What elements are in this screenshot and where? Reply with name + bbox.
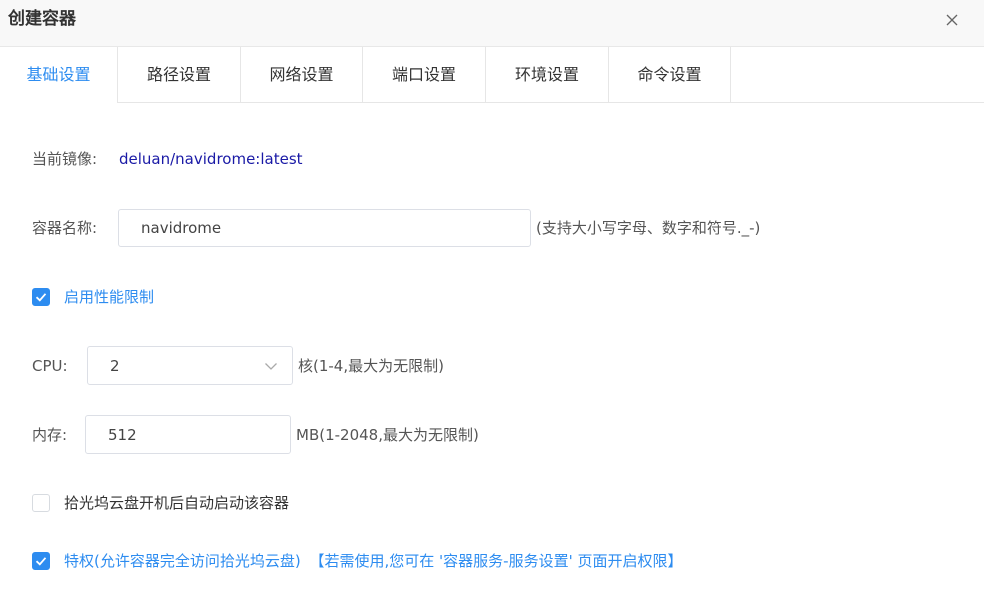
tab-command-settings[interactable]: 命令设置 [609,47,731,102]
cpu-select-value: 2 [110,356,120,375]
cpu-label: CPU: [32,357,68,375]
privileged-text: 特权(允许容器完全访问拾光坞云盘) [64,552,301,570]
tab-network-settings[interactable]: 网络设置 [241,47,363,102]
container-name-hint: (支持大小写字母、数字和符号._-) [536,219,761,237]
autostart-label[interactable]: 拾光坞云盘开机后自动启动该容器 [64,493,289,513]
container-name-input[interactable]: navidrome [118,209,531,247]
tab-basic-settings[interactable]: 基础设置 [0,47,118,103]
image-label: 当前镜像: [32,150,98,168]
dialog-title: 创建容器 [8,9,76,29]
tab-bar: 基础设置 路径设置 网络设置 端口设置 环境设置 命令设置 [0,47,984,103]
cpu-hint: 核(1-4,最大为无限制) [298,357,444,375]
autostart-checkbox[interactable] [32,494,50,512]
tab-path-settings[interactable]: 路径设置 [118,47,241,102]
perf-limit-label[interactable]: 启用性能限制 [64,287,154,307]
memory-input[interactable]: 512 [85,415,291,454]
perf-limit-checkbox[interactable] [32,288,50,306]
memory-hint: MB(1-2048,最大为无限制) [296,426,479,444]
container-name-label: 容器名称: [32,219,98,237]
tab-port-settings[interactable]: 端口设置 [363,47,486,102]
image-value: deluan/navidrome:latest [119,150,303,168]
dialog-header: 创建容器 [0,0,984,47]
memory-label: 内存: [32,426,68,444]
check-icon [35,293,47,302]
privileged-label[interactable]: 特权(允许容器完全访问拾光坞云盘) 【若需使用,您可在 '容器服务-服务设置' … [64,551,682,571]
close-icon[interactable] [942,10,962,30]
tab-env-settings[interactable]: 环境设置 [486,47,609,102]
privileged-note: 【若需使用,您可在 '容器服务-服务设置' 页面开启权限】 [309,552,683,570]
privileged-checkbox[interactable] [32,552,50,570]
check-icon [35,557,47,566]
chevron-down-icon [265,363,277,370]
cpu-select[interactable]: 2 [87,346,293,385]
